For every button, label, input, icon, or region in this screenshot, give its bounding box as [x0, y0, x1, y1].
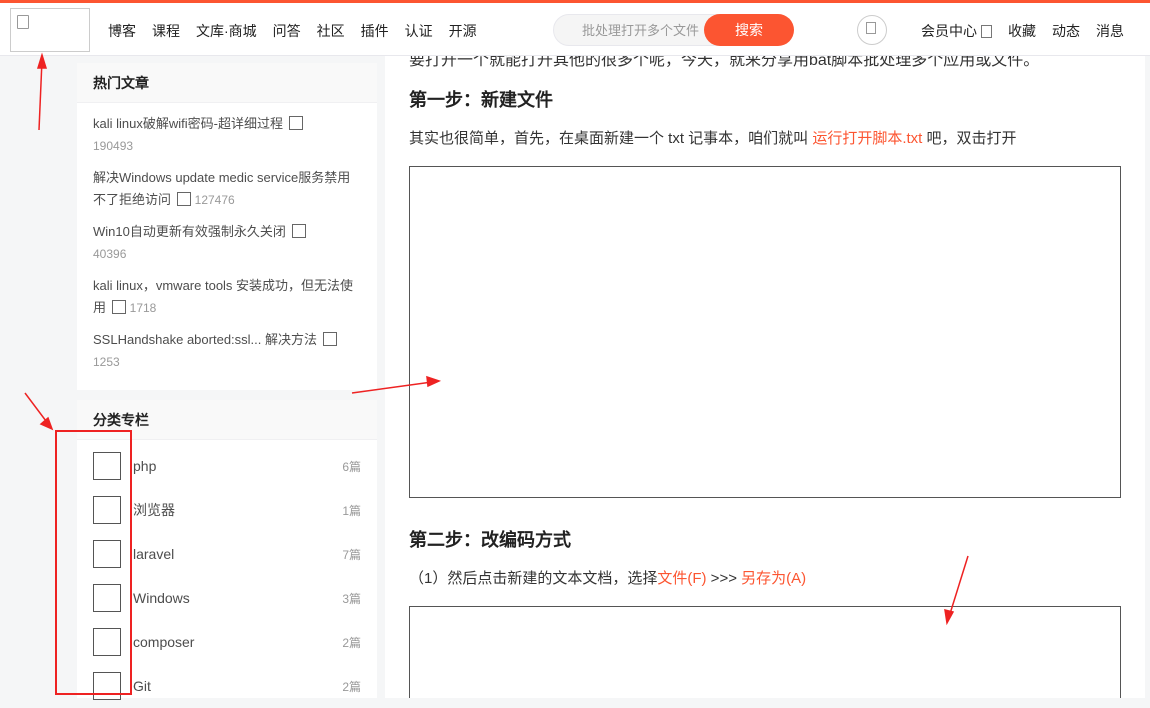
main-nav: 博客 课程 文库·商城 问答 社区 插件 认证 开源 [100, 17, 485, 45]
nav-blog[interactable]: 博客 [100, 17, 144, 45]
messages-link[interactable]: 消息 [1088, 21, 1132, 41]
category-count: 2篇 [342, 679, 361, 694]
activity-link[interactable]: 动态 [1044, 21, 1088, 41]
annotation-highlight-box [55, 430, 132, 695]
nav-community[interactable]: 社区 [309, 17, 353, 45]
hot-article-item[interactable]: 解决Windows update medic service服务禁用不了拒绝访问… [93, 167, 361, 211]
broken-image-icon [866, 22, 876, 34]
broken-image-icon [112, 300, 127, 314]
nav-opensource[interactable]: 开源 [441, 17, 485, 45]
search-button[interactable]: 搜索 [704, 14, 794, 46]
vip-center-label: 会员中心 [921, 23, 977, 39]
user-nav: 会员中心 收藏 动态 消息 [913, 17, 1132, 45]
favorites-link[interactable]: 收藏 [1000, 21, 1044, 41]
category-count: 1篇 [342, 503, 361, 518]
step2-text: （1）然后点击新建的文本文档，选择 [409, 570, 658, 587]
view-count: 1718 [129, 301, 157, 315]
nav-library-mall[interactable]: 文库·商城 [188, 17, 265, 45]
step1-heading: 第一步：新建文件 [409, 90, 553, 110]
script-filename-link[interactable]: 运行打开脚本.txt [812, 130, 922, 147]
broken-image-icon [981, 24, 992, 38]
annotation-arrow-head [36, 52, 48, 69]
annotation-arrow [38, 59, 43, 131]
search-box: 搜索 [553, 14, 794, 46]
category-name: Windows [133, 590, 190, 606]
hot-articles-card: 热门文章 kali linux破解wifi密码-超详细过程 190493 解决W… [77, 63, 377, 390]
view-count: 127476 [194, 193, 235, 207]
category-count: 2篇 [342, 635, 361, 650]
annotation-arrow-head [39, 416, 54, 431]
step2-paragraph: （1）然后点击新建的文本文档，选择文件(F) >>> 另存为(A) [409, 567, 806, 588]
category-name: composer [133, 634, 195, 650]
broken-image-icon [177, 192, 192, 206]
vip-center-link[interactable]: 会员中心 [913, 21, 1000, 41]
article-image-placeholder [409, 606, 1121, 698]
hot-article-item[interactable]: kali linux破解wifi密码-超详细过程 190493 [93, 113, 361, 157]
hot-article-title[interactable]: kali linux破解wifi密码-超详细过程 [93, 116, 283, 131]
user-avatar[interactable] [857, 15, 887, 45]
hot-article-item[interactable]: SSLHandshake aborted:ssl... 解决方法 1253 [93, 329, 361, 373]
category-name: Git [133, 678, 151, 694]
broken-image-icon [17, 15, 29, 29]
hot-article-title[interactable]: Win10自动更新有效强制永久关闭 [93, 224, 286, 239]
view-count: 40396 [93, 247, 127, 261]
hot-article-item[interactable]: Win10自动更新有效强制永久关闭 40396 [93, 221, 361, 265]
nav-courses[interactable]: 课程 [144, 17, 188, 45]
view-count: 190493 [93, 139, 134, 153]
category-count: 7篇 [342, 547, 361, 562]
annotation-arrow [24, 392, 50, 426]
hot-article-title[interactable]: SSLHandshake aborted:ssl... 解决方法 [93, 332, 317, 347]
article-image-placeholder [409, 166, 1121, 498]
top-navbar: 博客 课程 文库·商城 问答 社区 插件 认证 开源 搜索 会员中心 收藏 动态… [0, 0, 1150, 56]
broken-image-icon [323, 332, 337, 346]
category-name: laravel [133, 546, 175, 562]
step2-heading: 第二步：改编码方式 [409, 530, 571, 550]
broken-image-icon [291, 224, 306, 238]
hot-articles-title: 热门文章 [77, 63, 377, 103]
nav-plugins[interactable]: 插件 [353, 17, 397, 45]
nav-certification[interactable]: 认证 [397, 17, 441, 45]
file-menu-link[interactable]: 文件(F) [657, 570, 706, 587]
nav-qa[interactable]: 问答 [265, 17, 309, 45]
step2-text: >>> [706, 570, 742, 587]
category-count: 3篇 [342, 591, 361, 606]
site-logo[interactable] [10, 8, 90, 52]
view-count: 1253 [93, 355, 120, 369]
broken-image-icon [288, 116, 303, 130]
category-name: 浏览器 [133, 502, 175, 518]
hot-articles-list: kali linux破解wifi密码-超详细过程 190493 解决Window… [77, 103, 377, 373]
article-body: 要打开一个就能打开其他的很多个呢，今天，就来分享用bat脚本批处理多个应用或文件… [385, 56, 1145, 698]
step1-paragraph: 其实也很简单，首先，在桌面新建一个 txt 记事本，咱们就叫 运行打开脚本.tx… [409, 127, 1017, 148]
hot-article-item[interactable]: kali linux，vmware tools 安装成功，但无法使用 1718 [93, 275, 361, 319]
category-name: php [133, 458, 157, 474]
article-intro-text: 要打开一个就能打开其他的很多个呢，今天，就来分享用bat脚本批处理多个应用或文件… [409, 56, 1040, 69]
step1-text: 其实也很简单，首先，在桌面新建一个 txt 记事本，咱们就叫 [409, 130, 813, 147]
step1-text: 吧，双击打开 [922, 130, 1017, 147]
category-count: 6篇 [342, 459, 361, 474]
save-as-link[interactable]: 另存为(A) [741, 570, 806, 587]
